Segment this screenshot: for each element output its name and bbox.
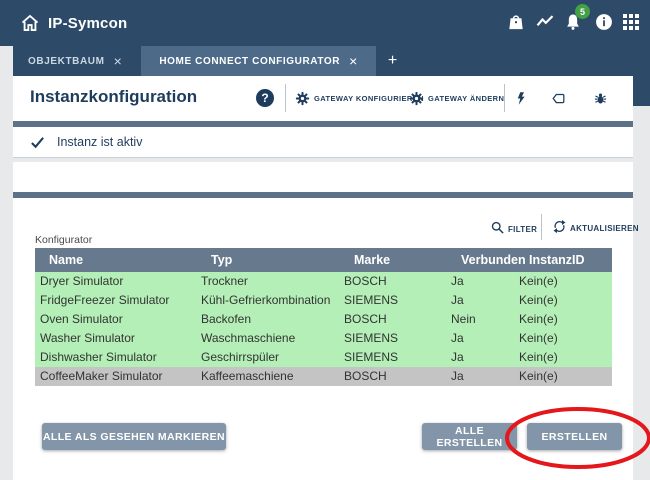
mark-all-seen-button[interactable]: ALLE ALS GESEHEN MARKIEREN — [42, 423, 226, 450]
page-title: Instanzkonfiguration — [30, 87, 197, 107]
column-header-marke[interactable]: Marke — [340, 248, 447, 272]
add-tab-button[interactable]: + — [376, 46, 409, 76]
table-row[interactable]: FridgeFreezer Simulator Kühl-Gefrierkomb… — [35, 291, 612, 310]
column-header-typ[interactable]: Typ — [197, 248, 340, 272]
instance-toolbar: Instanzkonfiguration ? GATEWAY KONFIGURI… — [13, 76, 633, 121]
cell-typ: Backofen — [197, 310, 340, 329]
tab-home-connect-configurator[interactable]: HOME CONNECT CONFIGURATOR × — [141, 46, 376, 76]
cell-verbunden: Ja — [447, 348, 515, 367]
close-icon[interactable]: × — [114, 54, 123, 68]
divider — [285, 84, 286, 112]
message-bubble-icon[interactable] — [551, 76, 566, 121]
divider — [541, 214, 542, 240]
store-icon[interactable] — [506, 12, 526, 32]
help-button[interactable]: ? — [256, 89, 274, 107]
lightning-bolt-icon — [514, 91, 529, 106]
status-row: Instanz ist aktiv — [13, 127, 633, 157]
cell-typ: Kühl-Gefrierkombination — [197, 291, 340, 310]
filter-button[interactable]: FILTER — [490, 220, 537, 235]
column-header-name[interactable]: Name — [35, 248, 197, 272]
table-row-selected[interactable]: CoffeeMaker Simulator Kaffeemaschiene BO… — [35, 367, 612, 386]
cell-name: Dryer Simulator — [35, 272, 197, 291]
app-title: IP-Symcon — [48, 15, 127, 32]
cell-instanzid: Kein(e) — [515, 367, 612, 386]
instance-status-section: Instanz ist aktiv — [13, 127, 633, 158]
home-icon — [20, 13, 40, 33]
table-row[interactable]: Dishwasher Simulator Geschirrspüler SIEM… — [35, 348, 612, 367]
info-icon[interactable] — [594, 12, 614, 32]
brand: IP-Symcon — [20, 13, 127, 33]
cell-name: Oven Simulator — [35, 310, 197, 329]
cell-verbunden: Ja — [447, 329, 515, 348]
filter-label: FILTER — [508, 225, 537, 235]
tab-bar: OBJEKTBAUM × HOME CONNECT CONFIGURATOR ×… — [13, 46, 650, 76]
gateway-change-label: GATEWAY ÄNDERN — [428, 94, 504, 103]
gear-icon — [295, 91, 310, 106]
cell-instanzid: Kein(e) — [515, 348, 612, 367]
gateway-change-button[interactable]: GATEWAY ÄNDERN — [409, 76, 504, 121]
table-row[interactable]: Washer Simulator Waschmaschiene SIEMENS … — [35, 329, 612, 348]
column-header-instanzid[interactable]: InstanzID — [515, 248, 612, 272]
cell-instanzid: Kein(e) — [515, 310, 612, 329]
cell-name: Dishwasher Simulator — [35, 348, 197, 367]
cell-name: FridgeFreezer Simulator — [35, 291, 197, 310]
tab-objektbaum[interactable]: OBJEKTBAUM × — [13, 46, 137, 76]
status-text: Instanz ist aktiv — [57, 135, 142, 149]
search-icon — [490, 220, 505, 235]
refresh-button[interactable]: AKTUALISIEREN — [552, 219, 639, 234]
notification-badge: 5 — [575, 4, 590, 19]
table-row[interactable]: Oven Simulator Backofen BOSCH Nein Kein(… — [35, 310, 612, 329]
tab-label: HOME CONNECT CONFIGURATOR — [159, 56, 340, 67]
tab-label: OBJEKTBAUM — [28, 56, 105, 67]
label-tag-icon — [551, 91, 566, 106]
configurator-table: Name Typ Marke Verbunden InstanzID Dryer… — [35, 248, 612, 386]
gear-icon — [409, 91, 424, 106]
cell-marke: BOSCH — [340, 367, 447, 386]
checkmark-icon — [30, 135, 45, 150]
column-header-verbunden[interactable]: Verbunden — [447, 248, 515, 272]
cell-instanzid: Kein(e) — [515, 329, 612, 348]
cell-marke: BOSCH — [340, 310, 447, 329]
cell-marke: SIEMENS — [340, 348, 447, 367]
cell-name: Washer Simulator — [35, 329, 197, 348]
table-row[interactable]: Dryer Simulator Trockner BOSCH Ja Kein(e… — [35, 272, 612, 291]
cell-name: CoffeeMaker Simulator — [35, 367, 197, 386]
cell-marke: BOSCH — [340, 272, 447, 291]
cell-verbunden: Ja — [447, 291, 515, 310]
cell-marke: SIEMENS — [340, 329, 447, 348]
events-button[interactable] — [514, 76, 529, 121]
plus-icon: + — [388, 52, 397, 70]
cell-typ: Trockner — [197, 272, 340, 291]
create-all-button[interactable]: ALLE ERSTELLEN — [422, 423, 517, 450]
app-header: IP-Symcon 5 — [0, 0, 650, 46]
cell-instanzid: Kein(e) — [515, 291, 612, 310]
gateway-configure-button[interactable]: GATEWAY KONFIGURIEREN — [295, 76, 424, 121]
refresh-icon — [552, 219, 567, 234]
configurator-label: Konfigurator — [35, 234, 92, 246]
cell-instanzid: Kein(e) — [515, 272, 612, 291]
cell-verbunden: Ja — [447, 272, 515, 291]
cell-verbunden: Nein — [447, 310, 515, 329]
divider — [504, 84, 505, 112]
cell-verbunden: Ja — [447, 367, 515, 386]
cell-typ: Geschirrspüler — [197, 348, 340, 367]
refresh-label: AKTUALISIEREN — [570, 224, 639, 234]
cell-marke: SIEMENS — [340, 291, 447, 310]
bug-icon — [593, 91, 608, 106]
activity-chart-icon[interactable] — [535, 12, 555, 32]
create-button[interactable]: ERSTELLEN — [527, 423, 622, 450]
gateway-configure-label: GATEWAY KONFIGURIEREN — [314, 94, 424, 103]
apps-grid-icon[interactable] — [623, 14, 643, 34]
configurator-section: FILTER AKTUALISIEREN Konfigurator Name T… — [13, 198, 633, 480]
empty-section — [13, 162, 633, 192]
table-header-row: Name Typ Marke Verbunden InstanzID — [35, 248, 612, 272]
cell-typ: Kaffeemaschiene — [197, 367, 340, 386]
close-icon[interactable]: × — [349, 54, 358, 68]
cell-typ: Waschmaschiene — [197, 329, 340, 348]
debug-button[interactable] — [593, 76, 608, 121]
